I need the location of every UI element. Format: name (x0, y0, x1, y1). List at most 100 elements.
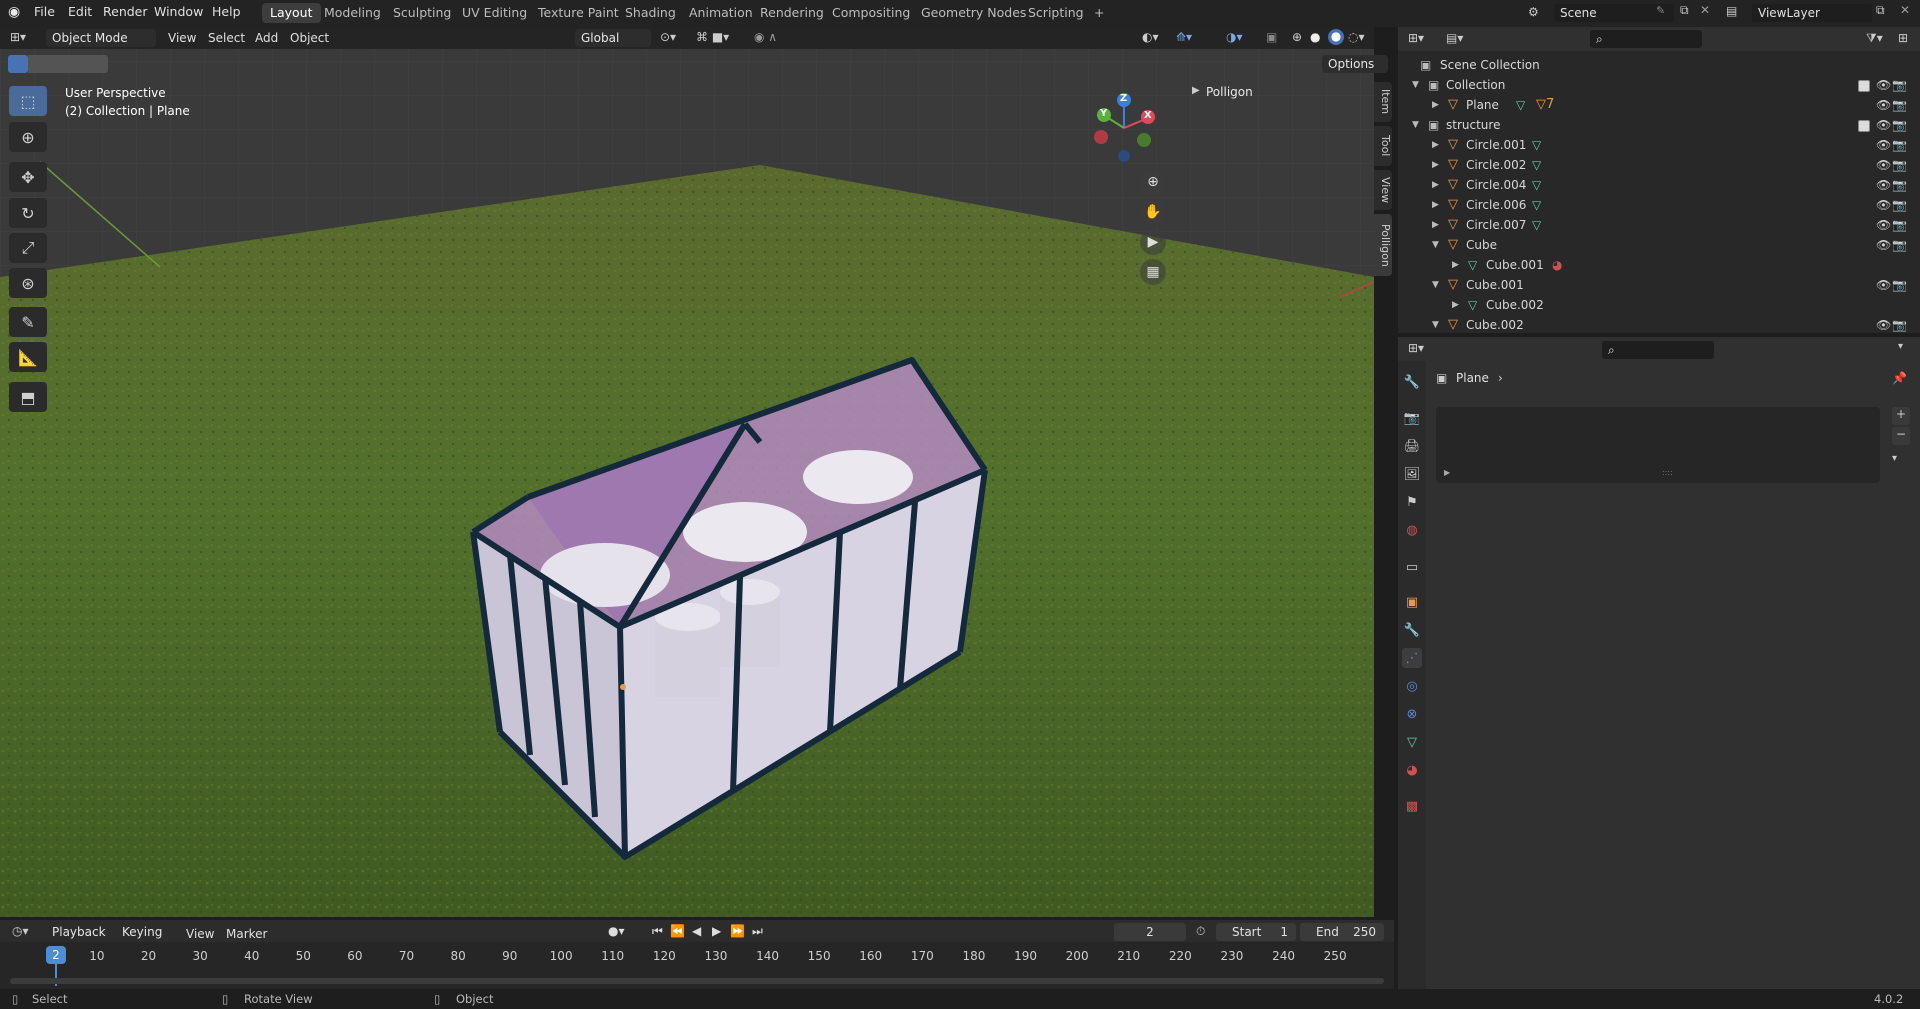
timeline-scrollbar[interactable] (10, 978, 1384, 984)
render-properties-icon[interactable]: 📷 (1402, 408, 1422, 428)
menu-render[interactable]: Render (103, 4, 148, 19)
keying-menu[interactable]: Keying (116, 923, 176, 941)
timeline-marker-menu[interactable]: Marker (226, 925, 267, 943)
tab-animation[interactable]: Animation (681, 3, 761, 23)
navigation-gizmo[interactable]: Z X Y (1090, 90, 1160, 162)
display-mode-icon[interactable]: ▤▾ (1446, 31, 1463, 45)
side-tab-item[interactable]: Item (1374, 82, 1392, 122)
stopwatch-icon[interactable]: ⏱ (1196, 924, 1205, 939)
view-layer-icon[interactable]: ▤ (1726, 4, 1737, 18)
play-reverse-icon[interactable]: ◀ (692, 924, 701, 938)
outliner-row[interactable]: ▶ ▽ Cube.002 (1398, 295, 1903, 315)
list-resize-handle-icon[interactable]: :::: (1662, 468, 1673, 477)
outliner-row[interactable]: ▶ ▽ Plane ▽ ▽7 👁 📷 (1398, 95, 1907, 115)
render-camera-icon[interactable]: 📷 (1892, 155, 1907, 175)
select-subtract-icon[interactable] (48, 55, 68, 73)
tab-geometry-nodes[interactable]: Geometry Nodes (913, 3, 1034, 23)
scale-tool[interactable]: ⤢ (9, 233, 47, 263)
tab-layout[interactable]: Layout (262, 3, 321, 23)
shading-rendered-icon[interactable]: ◌▾ (1348, 30, 1365, 44)
visibility-eye-icon[interactable]: 👁 (1876, 215, 1891, 235)
view-layer-field[interactable]: ViewLayer (1752, 4, 1872, 22)
outliner-row[interactable]: ▼ ▣ Collection 👁 📷 (1398, 75, 1907, 95)
delete-scene-icon[interactable]: ✕ (1700, 3, 1710, 17)
render-camera-icon[interactable]: 📷 (1892, 115, 1907, 135)
expand-triangle-icon[interactable]: ▶ (1432, 215, 1439, 235)
outliner-editor-icon[interactable]: ⊞▾ (1408, 31, 1424, 45)
side-tab-polligon[interactable]: Polligon (1374, 214, 1392, 276)
physics-properties-icon[interactable]: ◎ (1402, 676, 1422, 696)
render-camera-icon[interactable]: 📷 (1892, 315, 1907, 335)
tab-uv-editing[interactable]: UV Editing (454, 3, 535, 23)
menu-edit[interactable]: Edit (68, 4, 92, 19)
object-properties-icon[interactable]: ▣ (1402, 592, 1422, 612)
render-camera-icon[interactable]: 📷 (1892, 275, 1907, 295)
visibility-eye-icon[interactable]: 👁 (1876, 315, 1891, 335)
camera-view-icon[interactable]: ▶ (1140, 229, 1166, 255)
collapse-triangle-icon[interactable]: ▼ (1412, 115, 1419, 135)
menu-file[interactable]: File (34, 4, 55, 19)
pan-hand-icon[interactable]: ✋ (1140, 199, 1166, 225)
exclude-checkbox[interactable] (1858, 80, 1870, 92)
record-icon[interactable]: ●▾ (608, 924, 625, 938)
timeline-view-menu[interactable]: View (186, 925, 214, 943)
visibility-eye-icon[interactable]: 👁 (1876, 275, 1891, 295)
annotate-tool[interactable]: ✎ (9, 307, 47, 337)
new-collection-icon[interactable]: ⊞ (1898, 31, 1908, 45)
overlay-icon[interactable]: ◑▾ (1226, 30, 1243, 44)
list-add-icon[interactable]: + (1892, 407, 1910, 425)
render-camera-icon[interactable]: 📷 (1892, 95, 1907, 115)
output-properties-icon[interactable]: 🖨 (1402, 436, 1422, 456)
pin-properties-icon[interactable]: 📌 (1892, 371, 1907, 385)
gizmo-icon[interactable]: ⟰▾ (1176, 30, 1192, 44)
current-frame-field[interactable]: 2 (1114, 923, 1186, 941)
select-extend-icon[interactable] (28, 55, 48, 73)
playback-menu[interactable]: Playback (46, 923, 116, 941)
shading-solid-icon[interactable]: ● (1310, 30, 1320, 44)
menu-help[interactable]: Help (212, 4, 241, 19)
world-properties-icon[interactable]: ◍ (1402, 520, 1422, 540)
tab-compositing[interactable]: Compositing (824, 3, 918, 23)
outliner-row[interactable]: ▶ ▽ Circle.001 ▽ 👁 📷 (1398, 135, 1907, 155)
add-cube-tool[interactable]: ⬒ (9, 382, 47, 412)
filter-icon[interactable]: ⧩▾ (1866, 31, 1883, 46)
new-view-layer-icon[interactable]: ⧉ (1876, 3, 1885, 18)
render-camera-icon[interactable]: 📷 (1892, 75, 1907, 95)
collapse-triangle-icon[interactable]: ▼ (1432, 235, 1439, 255)
outliner-row[interactable]: ▶ ▽ Cube.001 ◕ (1398, 255, 1903, 275)
outliner-row[interactable]: ▼ ▣ structure 👁 📷 (1398, 115, 1907, 135)
add-workspace-button[interactable]: + (1086, 3, 1112, 23)
outliner-row[interactable]: ▶ ▽ Circle.007 ▽ 👁 📷 (1398, 215, 1907, 235)
expand-triangle-icon[interactable]: ▶ (1432, 95, 1439, 115)
list-expand-icon[interactable]: ▶ (1444, 468, 1450, 477)
view-layer-properties-icon[interactable]: 🖼 (1402, 464, 1422, 484)
select-box-tool[interactable]: ⬚ (9, 86, 47, 116)
properties-search-input[interactable]: ⌕ (1602, 341, 1714, 359)
visibility-eye-icon[interactable]: 👁 (1876, 235, 1891, 255)
menu-object[interactable]: Object (290, 29, 329, 47)
visibility-eye-icon[interactable]: 👁 (1876, 155, 1891, 175)
side-tab-tool[interactable]: Tool (1374, 126, 1392, 166)
play-icon[interactable]: ▶ (712, 924, 721, 938)
new-scene-icon[interactable]: ⧉ (1680, 3, 1689, 18)
tab-sculpting[interactable]: Sculpting (385, 3, 459, 23)
render-camera-icon[interactable]: 📷 (1892, 195, 1907, 215)
tab-rendering[interactable]: Rendering (752, 3, 832, 23)
visibility-eye-icon[interactable]: 👁 (1876, 75, 1891, 95)
move-tool[interactable]: ✥ (9, 162, 47, 192)
pivot-icon[interactable]: ⊙▾ (660, 30, 676, 44)
outliner-root[interactable]: ▣ Scene Collection (1398, 55, 1903, 75)
constraint-properties-icon[interactable]: ⊗ (1402, 704, 1422, 724)
n-panel-expand-icon[interactable]: ▶ (1192, 85, 1200, 96)
child-objects-icon[interactable]: ▽7 (1536, 95, 1554, 115)
ortho-grid-icon[interactable]: ▦ (1140, 259, 1166, 285)
expand-triangle-icon[interactable]: ▶ (1432, 195, 1439, 215)
pin-icon[interactable]: ✎ (1656, 4, 1665, 17)
tab-texture-paint[interactable]: Texture Paint (530, 3, 627, 23)
menu-window[interactable]: Window (154, 4, 203, 19)
jump-start-icon[interactable]: ⏮ (652, 924, 663, 939)
outliner-row[interactable]: ▶ ▽ Circle.006 ▽ 👁 📷 (1398, 195, 1907, 215)
properties-breadcrumb[interactable]: Plane (1456, 371, 1489, 385)
transform-tool[interactable]: ⊛ (9, 268, 47, 298)
outliner-row[interactable]: ▶ ▽ Circle.004 ▽ 👁 📷 (1398, 175, 1907, 195)
